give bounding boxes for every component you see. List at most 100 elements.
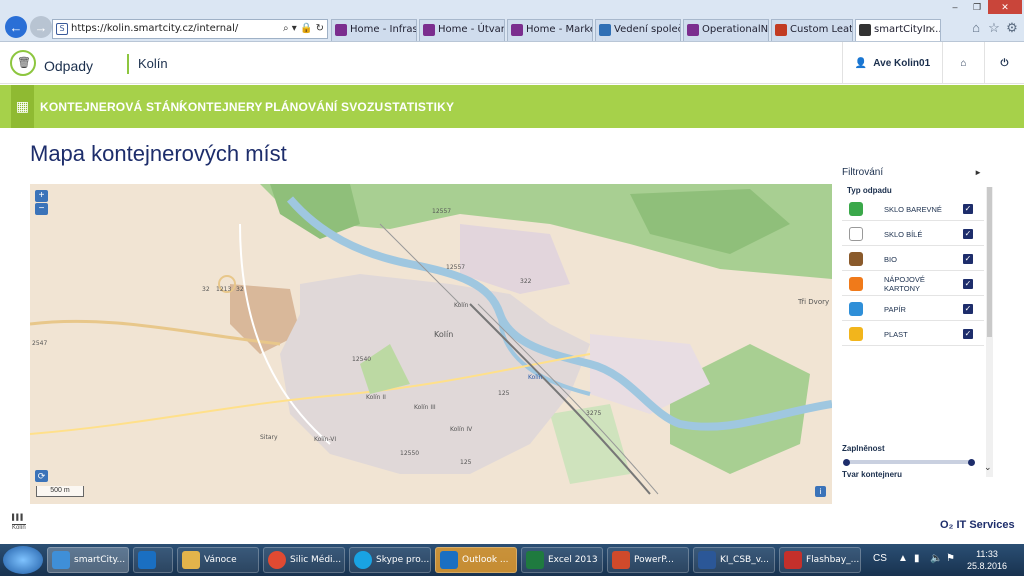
trash-logo-icon[interactable]: 🗑: [10, 50, 36, 76]
filter-checkbox[interactable]: ✓: [963, 279, 973, 289]
taskbar-chrome[interactable]: Silic Médi...: [263, 547, 345, 573]
forward-icon[interactable]: →: [30, 16, 52, 38]
browser-tab[interactable]: Home - Marke...: [507, 19, 593, 41]
map-label: 12557: [446, 264, 466, 271]
zoom-out-button[interactable]: −: [35, 203, 48, 215]
map-label: 2547: [32, 340, 48, 347]
taskbar-word[interactable]: KI_CSB_v...: [693, 547, 775, 573]
settings-gear-icon[interactable]: ⚙: [1004, 20, 1020, 36]
browser-tab-active[interactable]: smartCityIn... ×: [855, 19, 941, 41]
map-icon[interactable]: ▦: [11, 85, 34, 128]
tab-close-icon[interactable]: ×: [928, 20, 936, 40]
home-button[interactable]: ⌂: [942, 42, 984, 84]
taskbar-excel[interactable]: Excel 2013: [521, 547, 603, 573]
fill-min-handle[interactable]: [843, 459, 850, 466]
browser-tab[interactable]: Custom Leath...: [771, 19, 853, 41]
tab-label: Custom Leath...: [790, 24, 853, 35]
clock[interactable]: 11:33 25.8.2016: [962, 548, 1012, 572]
taskbar-ie[interactable]: smartCity...: [47, 547, 129, 573]
chrome-icon: [268, 551, 286, 569]
taskbar-powerpoint[interactable]: PowerP...: [607, 547, 689, 573]
taskbar-outlook[interactable]: Outlook ...: [435, 547, 517, 573]
language-indicator[interactable]: CS: [873, 553, 887, 564]
windows-taskbar: smartCity... Vánoce Silic Médi... Skype …: [0, 544, 1024, 576]
ie-icon: [52, 551, 70, 569]
address-bar[interactable]: S https://kolin.smartcity.cz/internal/ ⌕…: [52, 19, 328, 39]
filter-row-papir[interactable]: PAPÍR ✓: [842, 297, 984, 321]
tab-favicon-icon: [511, 24, 523, 36]
menu-item-kontejnery[interactable]: KONTEJNERY: [179, 100, 263, 114]
browser-tab[interactable]: Home - Útvary...: [419, 19, 505, 41]
flag-icon[interactable]: ⚑: [946, 553, 955, 564]
fill-level-slider[interactable]: [846, 460, 972, 464]
close-window-icon[interactable]: ✕: [988, 0, 1022, 14]
filter-checkbox[interactable]: ✓: [963, 329, 973, 339]
site-icon: S: [56, 23, 68, 35]
taskbar-folder[interactable]: Vánoce: [177, 547, 259, 573]
browser-tab[interactable]: Vedení společ...: [595, 19, 681, 41]
menu-item-statistiky[interactable]: STATISTIKY: [384, 100, 454, 114]
filter-row-bio[interactable]: BIO ✓: [842, 247, 984, 271]
map-label: Sitary: [260, 434, 278, 441]
filter-checkbox[interactable]: ✓: [963, 304, 973, 314]
scrollbar-thumb[interactable]: [987, 187, 992, 337]
favorites-icon[interactable]: ☆: [986, 20, 1002, 36]
glass-white-bin-icon: [849, 227, 863, 241]
folder-icon: [182, 551, 200, 569]
fill-max-handle[interactable]: [968, 459, 975, 466]
container-shape-title: Tvar kontejneru: [842, 470, 903, 479]
beverage-carton-bin-icon: [849, 277, 863, 291]
tab-label: Home - Marke...: [526, 24, 592, 35]
logout-button[interactable]: ⏻: [984, 42, 1024, 84]
filter-row-napojove-kartony[interactable]: NÁPOJOVÉ KARTONY ✓: [842, 272, 984, 296]
filter-checkbox[interactable]: ✓: [963, 254, 973, 264]
filter-title[interactable]: Filtrování: [842, 167, 883, 178]
filter-label: PAPÍR: [884, 304, 906, 314]
filter-scrollbar[interactable]: [986, 187, 993, 477]
map-label: 322: [520, 278, 532, 285]
glass-colored-bin-icon: [849, 202, 863, 216]
map-label: 32: [202, 286, 210, 293]
map-view[interactable]: 12557 12557 Kolín Kolín Kolín II Kolín I…: [30, 184, 832, 504]
map-label: 3275: [586, 410, 602, 417]
map-label: 12557: [432, 208, 452, 215]
user-menu[interactable]: 👤 Ave Kolin01: [842, 42, 942, 84]
home-icon[interactable]: ⌂: [968, 20, 984, 36]
scroll-down-icon[interactable]: ⌄: [984, 462, 992, 473]
tab-favicon-icon: [687, 24, 699, 36]
back-icon[interactable]: ←: [5, 16, 27, 38]
menu-item-kontejnerova-stani[interactable]: KONTEJNEROVÁ STÁNÍ: [40, 100, 183, 114]
filter-row-sklo-bile[interactable]: SKLO BÍLÉ ✓: [842, 222, 984, 246]
taskbar-pdf[interactable]: Flashbay_...: [779, 547, 861, 573]
taskbar-label: Flashbay_...: [806, 555, 860, 565]
taskbar-outlook-small[interactable]: [133, 547, 173, 573]
filter-row-plast[interactable]: PLAST ✓: [842, 322, 984, 346]
map-reset-icon[interactable]: ⟳: [35, 470, 48, 482]
tab-favicon-icon: [599, 24, 611, 36]
app-brand[interactable]: Odpady: [44, 58, 93, 74]
browser-tab[interactable]: Home - Infrast...: [331, 19, 417, 41]
word-icon: [698, 551, 716, 569]
collapse-arrow-icon[interactable]: ►: [974, 168, 982, 177]
filter-checkbox[interactable]: ✓: [963, 204, 973, 214]
tab-favicon-icon: [335, 24, 347, 36]
filter-row-sklo-barevne[interactable]: SKLO BAREVNÉ ✓: [842, 197, 984, 221]
browser-tab[interactable]: OperationalNe...: [683, 19, 769, 41]
taskbar-label: KI_CSB_v...: [720, 555, 769, 565]
volume-icon[interactable]: 🔈: [930, 553, 942, 564]
zoom-in-button[interactable]: +: [35, 190, 48, 202]
address-actions-icon[interactable]: ⌕ ▾ 🔒 ↻: [283, 20, 324, 38]
taskbar-skype[interactable]: Skype pro...: [349, 547, 431, 573]
tray-arrow-icon[interactable]: ▲: [898, 553, 908, 564]
filter-label: PLAST: [884, 329, 908, 339]
start-button[interactable]: [3, 546, 43, 574]
minimize-icon[interactable]: –: [944, 0, 966, 14]
address-url: https://kolin.smartcity.cz/internal/: [71, 23, 239, 34]
network-icon[interactable]: ▮: [914, 553, 920, 564]
clock-time: 11:33: [976, 549, 998, 559]
map-info-button[interactable]: i: [815, 486, 826, 497]
map-label: Kolín II: [366, 394, 386, 401]
menu-item-planovani-svozu[interactable]: PLÁNOVÁNÍ SVOZU: [265, 100, 383, 114]
filter-checkbox[interactable]: ✓: [963, 229, 973, 239]
restore-icon[interactable]: ❐: [966, 0, 988, 14]
